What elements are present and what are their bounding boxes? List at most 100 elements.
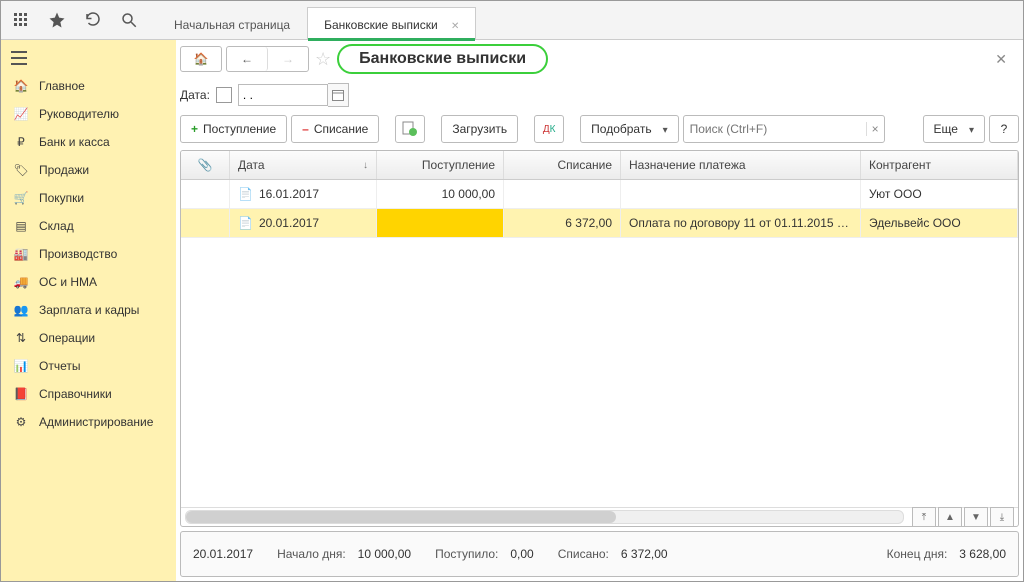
sidebar-item-label: Отчеты <box>39 359 80 373</box>
sidebar-item-label: Главное <box>39 79 85 93</box>
sidebar-item-reports[interactable]: 📊Отчеты <box>1 352 176 380</box>
sidebar-item-label: Склад <box>39 219 74 233</box>
start-value: 10 000,00 <box>358 547 411 561</box>
col-label: Контрагент <box>869 158 931 172</box>
table-scroll-row: ⤒ ▲ ▼ ⤓ <box>181 507 1018 526</box>
calendar-icon[interactable] <box>328 83 349 107</box>
button-label: Еще <box>934 122 958 136</box>
summary-footer: 20.01.2017 Начало дня:10 000,00 Поступил… <box>180 531 1019 577</box>
pick-button[interactable]: Подобрать <box>580 115 678 143</box>
boxes-icon: ▤ <box>11 219 31 233</box>
cell-in: 10 000,00 <box>377 180 504 208</box>
statements-table: 📎 Дата ↓ Поступление Списание Назначение … <box>180 150 1019 527</box>
sidebar-item-label: Банк и касса <box>39 135 110 149</box>
tab-bank-statements[interactable]: Банковские выписки ✕ <box>307 7 476 40</box>
first-page-button[interactable]: ⤒ <box>912 507 936 527</box>
in-value: 0,00 <box>510 547 533 561</box>
hscrollbar[interactable] <box>185 510 904 524</box>
sidebar-item-label: ОС и НМА <box>39 275 97 289</box>
global-toolbar <box>1 1 149 39</box>
search-box[interactable]: × <box>683 115 885 143</box>
load-button[interactable]: Загрузить <box>441 115 518 143</box>
chevron-down-icon <box>657 122 668 136</box>
main-area: 🏠 ← → ☆ Банковские выписки ✕ Дата: +Пост… <box>176 40 1023 581</box>
table-row[interactable]: 📄 16.01.2017 10 000,00 Уют ООО <box>181 180 1018 209</box>
cell-value: 16.01.2017 <box>259 187 319 201</box>
outflow-button[interactable]: –Списание <box>291 115 379 143</box>
button-label: Поступление <box>203 122 276 136</box>
prev-page-button[interactable]: ▲ <box>938 507 962 527</box>
register-button[interactable] <box>395 115 425 143</box>
sidebar-item-hr[interactable]: 👥Зарплата и кадры <box>1 296 176 324</box>
doc-icon: 📄 <box>238 187 253 201</box>
sidebar-item-production[interactable]: 🏭Производство <box>1 240 176 268</box>
favorite-star-icon[interactable]: ☆ <box>315 49 331 70</box>
cell-date: 📄 20.01.2017 <box>230 209 377 237</box>
history-icon[interactable] <box>77 4 109 36</box>
sidebar-item-purchases[interactable]: 🛒Покупки <box>1 184 176 212</box>
col-outflow[interactable]: Списание <box>504 151 621 179</box>
button-label: Подобрать <box>591 122 651 136</box>
tag-icon: 🏷 <box>11 163 31 177</box>
close-icon[interactable]: ✕ <box>451 21 459 32</box>
sidebar-item-sales[interactable]: 🏷Продажи <box>1 156 176 184</box>
col-date[interactable]: Дата ↓ <box>230 151 377 179</box>
last-page-button[interactable]: ⤓ <box>990 507 1014 527</box>
cell-value: 10 000,00 <box>442 187 495 201</box>
col-attachment[interactable]: 📎 <box>181 151 230 179</box>
sidebar-item-catalogs[interactable]: 📕Справочники <box>1 380 176 408</box>
inflow-button[interactable]: +Поступление <box>180 115 287 143</box>
home-button[interactable]: 🏠 <box>180 46 222 72</box>
doc-icon: 📄 <box>238 216 253 230</box>
sidebar-item-label: Производство <box>39 247 117 261</box>
col-label: Дата <box>238 158 265 172</box>
home-icon: 🏠 <box>11 79 31 93</box>
date-input[interactable] <box>238 84 328 106</box>
sidebar-item-assets[interactable]: 🚚 ОС и НМА <box>1 268 176 296</box>
sidebar-item-admin[interactable]: ⚙Администрирование <box>1 408 176 436</box>
cell-value: 20.01.2017 <box>259 216 319 230</box>
favorites-icon[interactable] <box>41 4 73 36</box>
apps-icon[interactable] <box>5 4 37 36</box>
people-icon: 👥 <box>11 303 31 317</box>
table-header: 📎 Дата ↓ Поступление Списание Назначение … <box>181 151 1018 180</box>
in-label: Поступило: <box>435 547 498 561</box>
sort-asc-icon: ↓ <box>363 160 368 171</box>
table-nav-buttons: ⤒ ▲ ▼ ⤓ <box>912 507 1014 527</box>
next-page-button[interactable]: ▼ <box>964 507 988 527</box>
cell-value: Уют ООО <box>869 187 922 201</box>
date-filter-checkbox[interactable] <box>216 87 232 103</box>
sidebar-item-operations[interactable]: ⇅Операции <box>1 324 176 352</box>
sidebar-item-main[interactable]: 🏠 Главное <box>1 72 176 100</box>
help-button[interactable]: ? <box>989 115 1019 143</box>
col-party[interactable]: Контрагент <box>861 151 1018 179</box>
close-page-button[interactable]: ✕ <box>995 51 1007 68</box>
col-inflow[interactable]: Поступление <box>377 151 504 179</box>
forward-button[interactable]: → <box>268 47 308 71</box>
more-button[interactable]: Еще <box>923 115 985 143</box>
table-row[interactable]: 📄 20.01.2017 6 372,00 Оплата по договору … <box>181 209 1018 238</box>
search-icon[interactable] <box>113 4 145 36</box>
dtkt-button[interactable]: ДК <box>534 115 564 143</box>
truck-icon: 🚚 <box>11 275 31 289</box>
search-input[interactable] <box>684 118 866 140</box>
top-bar: Начальная страница Банковские выписки ✕ <box>1 1 1023 40</box>
tabs: Начальная страница Банковские выписки ✕ <box>157 1 476 39</box>
cell-value: 6 372,00 <box>565 216 612 230</box>
chart-icon: 📈 <box>11 107 31 121</box>
cell-out <box>504 180 621 208</box>
page-title: Банковские выписки <box>337 44 548 74</box>
back-button[interactable]: ← <box>227 47 268 71</box>
sidebar-item-bank[interactable]: ₽Банк и касса <box>1 128 176 156</box>
clear-search-icon[interactable]: × <box>866 122 884 136</box>
hscroll-thumb[interactable] <box>186 511 616 523</box>
cell-value: Оплата по договору 11 от 01.11.2015 … <box>629 216 849 230</box>
sidebar-toggle[interactable] <box>1 44 176 72</box>
table-body: 📄 16.01.2017 10 000,00 Уют ООО 📄 20.01.201… <box>181 180 1018 507</box>
sidebar-item-manager[interactable]: 📈Руководителю <box>1 100 176 128</box>
col-purpose[interactable]: Назначение платежа <box>621 151 861 179</box>
sidebar-item-stock[interactable]: ▤ Склад <box>1 212 176 240</box>
tab-home[interactable]: Начальная страница <box>157 7 307 40</box>
end-label: Конец дня: <box>887 547 948 561</box>
filter-row: Дата: <box>180 80 1019 110</box>
